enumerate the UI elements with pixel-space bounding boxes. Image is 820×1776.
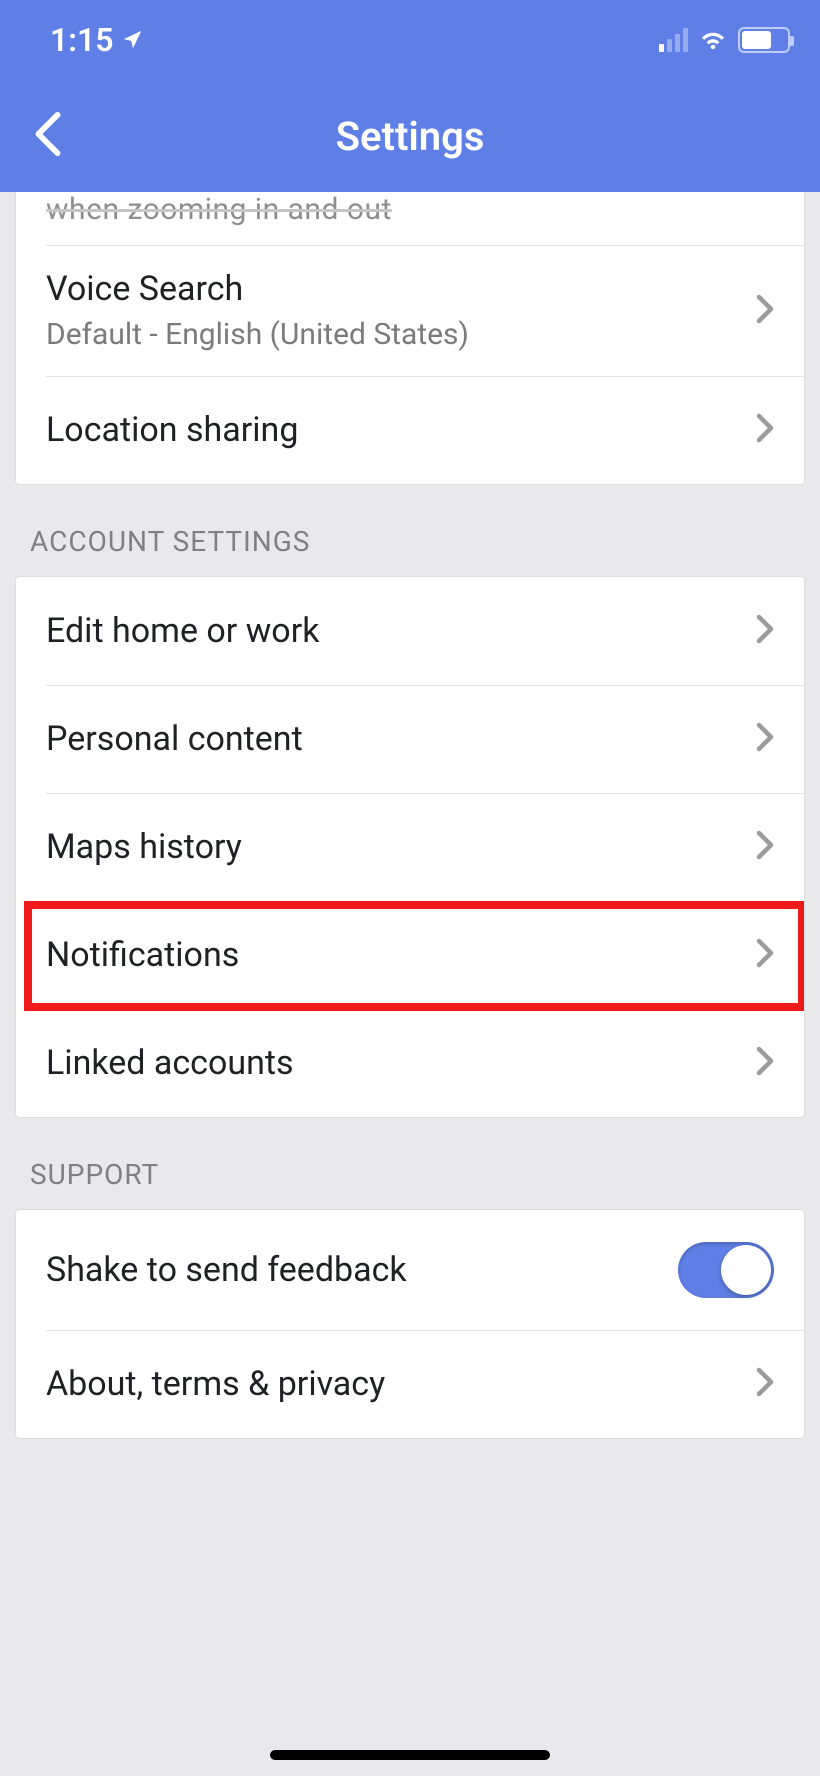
- chevron-right-icon: [756, 722, 774, 756]
- page-title: Settings: [336, 113, 485, 160]
- location-sharing-title: Location sharing: [46, 410, 756, 450]
- screen: 1:15 Settings: [0, 0, 820, 1776]
- location-arrow-icon: [122, 21, 144, 59]
- row-personal-content[interactable]: Personal content: [16, 685, 804, 793]
- maps-history-title: Maps history: [46, 827, 756, 867]
- edit-home-work-title: Edit home or work: [46, 611, 756, 651]
- voice-search-title: Voice Search: [46, 269, 756, 309]
- chevron-right-icon: [756, 1367, 774, 1401]
- cutoff-row[interactable]: when zooming in and out: [16, 192, 804, 245]
- row-maps-history[interactable]: Maps history: [16, 793, 804, 901]
- chevron-right-icon: [756, 938, 774, 972]
- chevron-right-icon: [756, 1046, 774, 1080]
- status-bar: 1:15: [0, 0, 820, 80]
- chevron-left-icon: [34, 111, 62, 157]
- nav-bar: Settings: [0, 80, 820, 192]
- shake-feedback-title: Shake to send feedback: [46, 1250, 678, 1290]
- cutoff-subtitle: when zooming in and out: [46, 192, 774, 227]
- row-location-sharing[interactable]: Location sharing: [16, 376, 804, 484]
- shake-feedback-toggle[interactable]: [678, 1242, 774, 1298]
- section-general-card: when zooming in and out Voice Search Def…: [15, 192, 805, 485]
- chevron-right-icon: [756, 614, 774, 648]
- section-support-card: Shake to send feedback About, terms & pr…: [15, 1209, 805, 1439]
- section-header-support: SUPPORT: [0, 1118, 820, 1209]
- linked-accounts-title: Linked accounts: [46, 1043, 756, 1083]
- status-time: 1:15: [50, 21, 114, 59]
- wifi-icon: [698, 21, 728, 59]
- section-account-card: Edit home or work Personal content Maps …: [15, 576, 805, 1118]
- row-linked-accounts[interactable]: Linked accounts: [16, 1009, 804, 1117]
- home-indicator[interactable]: [270, 1750, 550, 1760]
- notifications-title: Notifications: [46, 935, 756, 975]
- row-about-terms-privacy[interactable]: About, terms & privacy: [16, 1330, 804, 1438]
- battery-icon: [738, 27, 790, 53]
- row-shake-feedback[interactable]: Shake to send feedback: [16, 1210, 804, 1330]
- status-right: [659, 21, 790, 59]
- voice-search-subtitle: Default - English (United States): [46, 317, 756, 352]
- chevron-right-icon: [756, 413, 774, 447]
- row-edit-home-work[interactable]: Edit home or work: [16, 577, 804, 685]
- section-header-account: ACCOUNT SETTINGS: [0, 485, 820, 576]
- row-voice-search[interactable]: Voice Search Default - English (United S…: [16, 245, 804, 376]
- row-notifications[interactable]: Notifications: [16, 901, 804, 1009]
- chevron-right-icon: [756, 294, 774, 328]
- app-header: 1:15 Settings: [0, 0, 820, 192]
- status-left: 1:15: [50, 21, 144, 59]
- back-button[interactable]: [24, 101, 72, 171]
- chevron-right-icon: [756, 830, 774, 864]
- personal-content-title: Personal content: [46, 719, 756, 759]
- cellular-signal-icon: [659, 28, 688, 52]
- about-terms-privacy-title: About, terms & privacy: [46, 1364, 756, 1404]
- settings-content[interactable]: when zooming in and out Voice Search Def…: [0, 192, 820, 1776]
